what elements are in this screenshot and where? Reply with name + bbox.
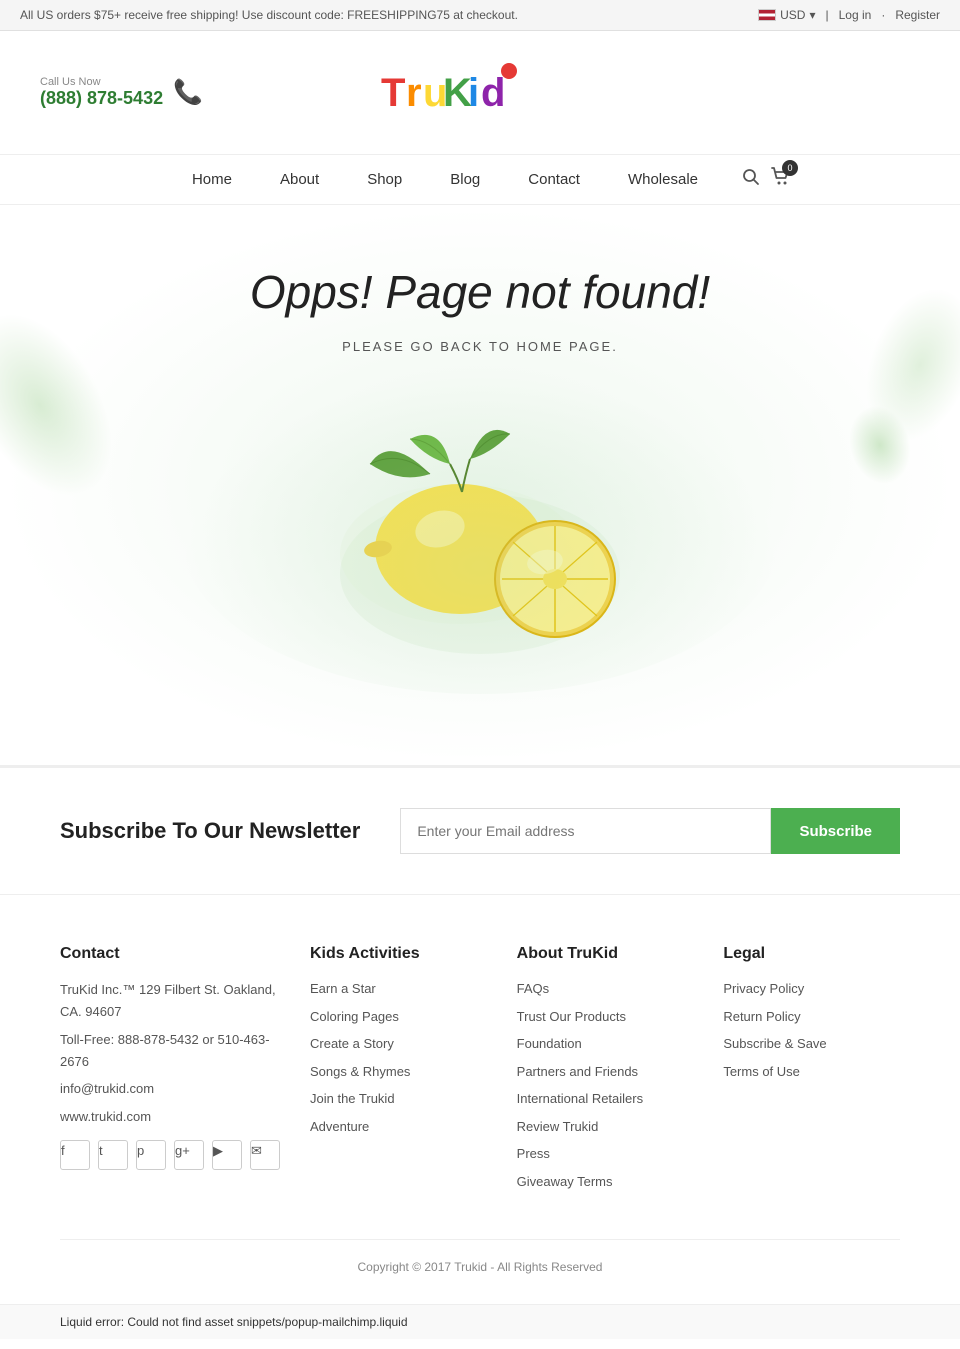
newsletter-form: Subscribe <box>400 808 900 854</box>
social-icons: f t p g+ ▶ ✉ <box>60 1140 280 1178</box>
nav-shop[interactable]: Shop <box>343 155 426 204</box>
googleplus-icon[interactable]: g+ <box>174 1140 204 1170</box>
watercolor-bg <box>180 374 780 694</box>
hero-subtitle: PLEASE GO BACK TO HOME PAGE. <box>250 339 710 354</box>
footer-tollfree: Toll-Free: 888-878-5432 or 510-463-2676 <box>60 1029 280 1073</box>
footer-international-retailers[interactable]: International Retailers <box>517 1089 694 1109</box>
subtitle-text: PLEASE GO BACK TO <box>342 339 511 354</box>
footer-kids-title: Kids Activities <box>310 945 487 963</box>
footer-adventure[interactable]: Adventure <box>310 1117 487 1137</box>
footer-earn-star[interactable]: Earn a Star <box>310 979 487 999</box>
logo-svg: T r u K i d <box>371 51 531 131</box>
cart-badge: 0 <box>782 160 798 176</box>
footer-foundation[interactable]: Foundation <box>517 1034 694 1054</box>
svg-text:r: r <box>406 71 422 115</box>
twitter-icon[interactable]: t <box>98 1140 128 1170</box>
register-link[interactable]: Register <box>895 8 940 22</box>
top-bar: All US orders $75+ receive free shipping… <box>0 0 960 31</box>
page-title: Opps! Page not found! <box>250 265 710 319</box>
hero-section: Opps! Page not found! PLEASE GO BACK TO … <box>0 205 960 765</box>
liquid-error: Liquid error: Could not find asset snipp… <box>0 1304 960 1339</box>
search-icon <box>742 168 760 186</box>
footer-contact-title: Contact <box>60 945 280 963</box>
footer-legal-title: Legal <box>723 945 900 963</box>
main-nav: Home About Shop Blog Contact Wholesale 0 <box>0 154 960 205</box>
nav-contact[interactable]: Contact <box>504 155 604 204</box>
footer-coloring-pages[interactable]: Coloring Pages <box>310 1007 487 1027</box>
phone-number[interactable]: (888) 878-5432 <box>40 88 163 109</box>
youtube-icon[interactable]: ▶ <box>212 1140 242 1170</box>
home-link[interactable]: HOME PAGE. <box>516 339 617 354</box>
footer-website[interactable]: www.trukid.com <box>60 1107 280 1127</box>
nav-home[interactable]: Home <box>168 155 256 204</box>
footer-subscribe-save[interactable]: Subscribe & Save <box>723 1034 900 1054</box>
svg-text:d: d <box>481 71 505 115</box>
footer-columns: Contact TruKid Inc.™ 129 Filbert St. Oak… <box>60 945 900 1199</box>
header-contact: Call Us Now (888) 878-5432 📞 <box>40 76 203 109</box>
footer-terms-of-use[interactable]: Terms of Use <box>723 1062 900 1082</box>
footer-press[interactable]: Press <box>517 1144 694 1164</box>
footer-giveaway-terms[interactable]: Giveaway Terms <box>517 1172 694 1192</box>
footer-join-trukid[interactable]: Join the Trukid <box>310 1089 487 1109</box>
nav-wholesale[interactable]: Wholesale <box>604 155 722 204</box>
newsletter-email-input[interactable] <box>400 808 771 854</box>
phone-icon: 📞 <box>173 78 203 107</box>
nav-icons: 0 <box>742 166 792 193</box>
top-bar-right: USD ▾ | Log in · Register <box>758 8 940 22</box>
promo-text: All US orders $75+ receive free shipping… <box>20 8 518 22</box>
newsletter-title: Subscribe To Our Newsletter <box>60 818 360 844</box>
search-button[interactable] <box>742 168 760 191</box>
footer-email[interactable]: info@trukid.com <box>60 1079 280 1099</box>
svg-text:T: T <box>381 71 405 115</box>
footer-privacy-policy[interactable]: Privacy Policy <box>723 979 900 999</box>
footer-review-trukid[interactable]: Review Trukid <box>517 1117 694 1137</box>
footer-partners[interactable]: Partners and Friends <box>517 1062 694 1082</box>
currency-selector[interactable]: USD ▾ <box>758 8 815 22</box>
footer-create-story[interactable]: Create a Story <box>310 1034 487 1054</box>
newsletter-section: Subscribe To Our Newsletter Subscribe <box>0 765 960 894</box>
footer-return-policy[interactable]: Return Policy <box>723 1007 900 1027</box>
logo-area[interactable]: T r u K i d <box>371 51 531 134</box>
facebook-icon[interactable]: f <box>60 1140 90 1170</box>
nav-items: Home About Shop Blog Contact Wholesale <box>168 155 722 204</box>
hero-content: Opps! Page not found! PLEASE GO BACK TO … <box>250 265 710 354</box>
footer-address: TruKid Inc.™ 129 Filbert St. Oakland, CA… <box>60 979 280 1023</box>
footer-bottom: Copyright © 2017 Trukid - All Rights Res… <box>60 1239 900 1274</box>
footer-kids-activities-column: Kids Activities Earn a Star Coloring Pag… <box>310 945 487 1199</box>
call-label: Call Us Now <box>40 76 163 88</box>
footer-contact-column: Contact TruKid Inc.™ 129 Filbert St. Oak… <box>60 945 280 1199</box>
currency-label: USD <box>780 8 805 22</box>
currency-chevron-icon: ▾ <box>809 8 815 22</box>
footer-about-title: About TruKid <box>517 945 694 963</box>
lemon-illustration <box>180 374 780 694</box>
pinterest-icon[interactable]: p <box>136 1140 166 1170</box>
footer-about-column: About TruKid FAQs Trust Our Products Fou… <box>517 945 694 1199</box>
cart-button[interactable]: 0 <box>770 166 792 193</box>
us-flag-icon <box>758 9 776 21</box>
footer: Contact TruKid Inc.™ 129 Filbert St. Oak… <box>0 894 960 1304</box>
login-link[interactable]: Log in <box>839 8 872 22</box>
footer-trust-products[interactable]: Trust Our Products <box>517 1007 694 1027</box>
newsletter-subscribe-button[interactable]: Subscribe <box>771 808 900 854</box>
footer-faqs[interactable]: FAQs <box>517 979 694 999</box>
nav-about[interactable]: About <box>256 155 343 204</box>
footer-songs-rhymes[interactable]: Songs & Rhymes <box>310 1062 487 1082</box>
copyright-text: Copyright © 2017 Trukid - All Rights Res… <box>358 1260 603 1274</box>
nav-blog[interactable]: Blog <box>426 155 504 204</box>
svg-text:i: i <box>468 71 479 115</box>
instagram-icon[interactable]: ✉ <box>250 1140 280 1170</box>
header: Call Us Now (888) 878-5432 📞 T r u K i d <box>0 31 960 154</box>
footer-legal-column: Legal Privacy Policy Return Policy Subsc… <box>723 945 900 1199</box>
